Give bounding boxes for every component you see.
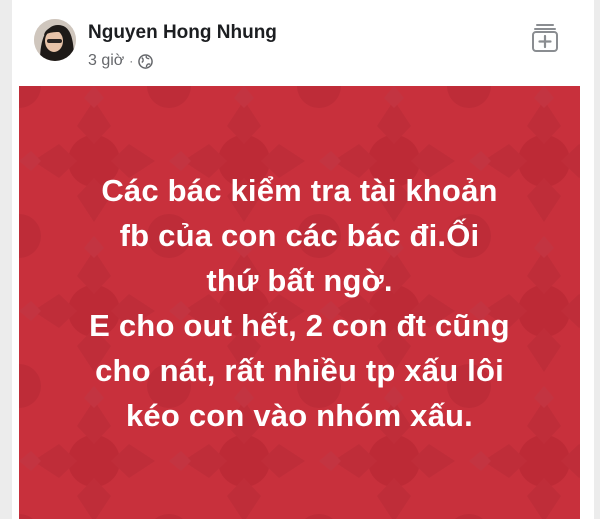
meta-separator: · bbox=[129, 54, 134, 68]
avatar-image bbox=[34, 19, 76, 61]
bookmark-add-icon bbox=[532, 24, 558, 52]
author-avatar[interactable] bbox=[34, 19, 76, 61]
post-header: Nguyen Hong Nhung 3 giờ · bbox=[12, 0, 594, 86]
post-time[interactable]: 3 giờ bbox=[88, 52, 124, 70]
save-post-button[interactable] bbox=[530, 20, 560, 54]
post-text-line: thứ bất ngờ. bbox=[206, 263, 393, 298]
post-text-line: E cho out hết, 2 con đt cũng bbox=[89, 308, 510, 343]
post-meta: 3 giờ · bbox=[88, 51, 154, 71]
post-text: Các bác kiểm tra tài khoản fb của con cá… bbox=[19, 168, 580, 438]
post-text-line: kéo con vào nhóm xấu. bbox=[125, 398, 473, 433]
post-card: Nguyen Hong Nhung 3 giờ · Các bác kiểm t… bbox=[12, 0, 594, 519]
post-text-line: cho nát, rất nhiều tp xấu lôi bbox=[95, 353, 504, 388]
author-name[interactable]: Nguyen Hong Nhung bbox=[88, 22, 277, 44]
post-text-line: Các bác kiểm tra tài khoản bbox=[101, 173, 498, 208]
globe-icon[interactable] bbox=[138, 53, 154, 69]
post-text-line: fb của con các bác đi.Ối bbox=[119, 218, 480, 253]
post-image[interactable]: Các bác kiểm tra tài khoản fb của con cá… bbox=[19, 86, 580, 519]
